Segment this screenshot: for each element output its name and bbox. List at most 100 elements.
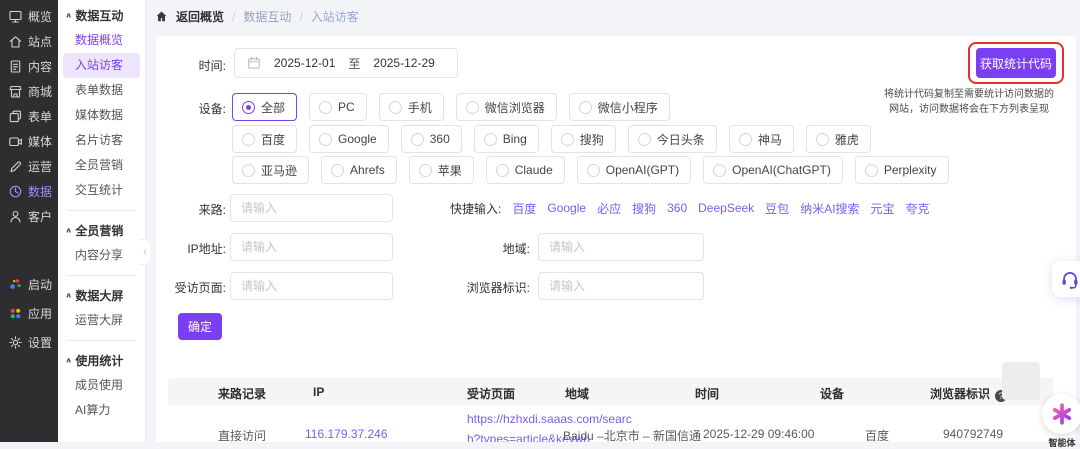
- submenu-section-staff-marketing[interactable]: ∧全员营销: [58, 218, 145, 243]
- quick-link[interactable]: 百度: [512, 200, 536, 217]
- primary-sidebar: 概览站点内容商城表单媒体运营数据客户 启动应用设置: [0, 0, 58, 442]
- ip-input[interactable]: [230, 233, 393, 261]
- radio-option[interactable]: 神马: [729, 125, 794, 153]
- submenu-section-usage-stats[interactable]: ∧使用统计: [58, 348, 145, 373]
- radio-option[interactable]: Google: [309, 125, 389, 153]
- radio-icon: [579, 101, 592, 114]
- radio-option[interactable]: OpenAI(GPT): [577, 156, 691, 184]
- radio-option[interactable]: 360: [401, 125, 462, 153]
- radio-option[interactable]: Perplexity: [855, 156, 949, 184]
- date-range-picker[interactable]: 2025-12-01 至 2025-12-29: [234, 48, 458, 78]
- get-stats-code-button[interactable]: 获取统计代码: [976, 48, 1056, 78]
- sidebar-item-site[interactable]: 站点: [0, 29, 58, 54]
- confirm-button[interactable]: 确定: [178, 313, 222, 340]
- submenu-section-data-screen[interactable]: ∧数据大屏: [58, 283, 145, 308]
- radio-icon: [466, 101, 479, 114]
- quick-input-row: 快捷输入: 百度Google必应搜狗360DeepSeek豆包纳米AI搜索元宝夸…: [450, 194, 930, 222]
- submenu-item[interactable]: 成员使用: [58, 373, 145, 398]
- radio-option[interactable]: PC: [309, 93, 367, 121]
- sidebar-item-settings[interactable]: 设置: [0, 328, 58, 357]
- submenu-item[interactable]: 交互统计: [58, 178, 145, 203]
- region-input[interactable]: [538, 233, 704, 261]
- submenu-item[interactable]: 名片访客: [58, 128, 145, 153]
- quick-link[interactable]: 夸克: [906, 200, 930, 217]
- sidebar-item-customer[interactable]: 客户: [0, 204, 58, 229]
- caret-up-icon: ∧: [65, 291, 72, 300]
- quick-link[interactable]: 豆包: [765, 200, 789, 217]
- submenu-item[interactable]: 表单数据: [58, 78, 145, 103]
- sidebar-item-label: 应用: [28, 305, 52, 322]
- radio-option[interactable]: 手机: [379, 93, 444, 121]
- radio-icon: [484, 133, 497, 146]
- breadcrumb-current: 入站访客: [311, 8, 359, 25]
- quick-link[interactable]: Google: [547, 201, 586, 215]
- ai-assistant-button[interactable]: [1042, 394, 1080, 434]
- customer-service-button[interactable]: [1052, 261, 1080, 297]
- breadcrumb-back-link[interactable]: 返回概览: [176, 8, 224, 25]
- radio-option[interactable]: 亚马逊: [232, 156, 309, 184]
- radio-icon: [389, 101, 402, 114]
- submenu-item[interactable]: 内容分享: [58, 243, 145, 268]
- sidebar-item-content[interactable]: 内容: [0, 54, 58, 79]
- sidebar-item-form[interactable]: 表单: [0, 104, 58, 129]
- date-start-value[interactable]: 2025-12-01: [274, 56, 335, 70]
- quick-link[interactable]: 搜狗: [632, 200, 656, 217]
- radio-icon: [638, 133, 651, 146]
- sidebar-item-media[interactable]: 媒体: [0, 129, 58, 154]
- table-cell-ip[interactable]: 116.179.37.246: [305, 427, 388, 441]
- radio-icon: [331, 164, 344, 177]
- submenu-item[interactable]: 入站访客: [63, 53, 140, 78]
- quick-link[interactable]: 元宝: [871, 200, 895, 217]
- sidebar-item-label: 客户: [28, 208, 52, 225]
- sidebar-item-mall[interactable]: 商城: [0, 79, 58, 104]
- submenu-divider: [67, 210, 136, 211]
- sidebar-item-label: 商城: [28, 83, 52, 100]
- radio-option[interactable]: Bing: [474, 125, 539, 153]
- quick-link[interactable]: 必应: [597, 200, 621, 217]
- radio-icon: [319, 133, 332, 146]
- radio-option[interactable]: 全部: [232, 93, 297, 121]
- submenu-item[interactable]: AI算力: [58, 398, 145, 423]
- radio-option[interactable]: 搜狗: [551, 125, 616, 153]
- date-to-label: 至: [348, 55, 360, 72]
- time-label: 时间:: [156, 57, 226, 74]
- sidebar-item-data[interactable]: 数据: [0, 179, 58, 204]
- table-header-cell: 设备: [820, 385, 844, 402]
- submenu-item[interactable]: 数据概览: [58, 28, 145, 53]
- date-end-value[interactable]: 2025-12-29: [373, 56, 434, 70]
- quick-link[interactable]: 纳米AI搜索: [800, 200, 859, 217]
- referrer-input[interactable]: [230, 194, 393, 222]
- sidebar-item-launch[interactable]: 启动: [0, 270, 58, 299]
- submenu-item[interactable]: 全员营销: [58, 153, 145, 178]
- radio-option[interactable]: 微信小程序: [569, 93, 670, 121]
- submenu-item[interactable]: 媒体数据: [58, 103, 145, 128]
- radio-option-label: PC: [338, 100, 355, 114]
- radio-option[interactable]: OpenAI(ChatGPT): [703, 156, 843, 184]
- radio-option[interactable]: 微信浏览器: [456, 93, 557, 121]
- visited-page-input[interactable]: [230, 272, 393, 300]
- quick-link[interactable]: DeepSeek: [698, 201, 754, 215]
- submenu-item[interactable]: 运营大屏: [58, 308, 145, 333]
- sidebar-item-apps[interactable]: 应用: [0, 299, 58, 328]
- radio-option[interactable]: Claude: [486, 156, 565, 184]
- radio-icon: [816, 133, 829, 146]
- browser-id-input[interactable]: [538, 272, 704, 300]
- breadcrumb-section-link[interactable]: 数据互动: [243, 8, 291, 25]
- sidebar-item-label: 站点: [28, 33, 52, 50]
- radio-option[interactable]: 雅虎: [806, 125, 871, 153]
- submenu-section-data-interaction[interactable]: ∧数据互动: [58, 3, 145, 28]
- sidebar-collapse-handle[interactable]: ‹: [139, 239, 152, 265]
- radio-icon: [713, 164, 726, 177]
- radio-option[interactable]: 苹果: [409, 156, 474, 184]
- quick-link[interactable]: 360: [667, 201, 687, 215]
- radio-icon: [587, 164, 600, 177]
- radio-icon: [242, 101, 255, 114]
- sidebar-item-overview[interactable]: 概览: [0, 4, 58, 29]
- sidebar-item-label: 设置: [28, 334, 52, 351]
- radio-option[interactable]: 今日头条: [628, 125, 717, 153]
- radio-option[interactable]: Ahrefs: [321, 156, 397, 184]
- radio-option[interactable]: 百度: [232, 125, 297, 153]
- browser-id-label: 浏览器标识:: [426, 279, 530, 296]
- radio-option-label: OpenAI(GPT): [606, 163, 679, 177]
- sidebar-item-operations[interactable]: 运营: [0, 154, 58, 179]
